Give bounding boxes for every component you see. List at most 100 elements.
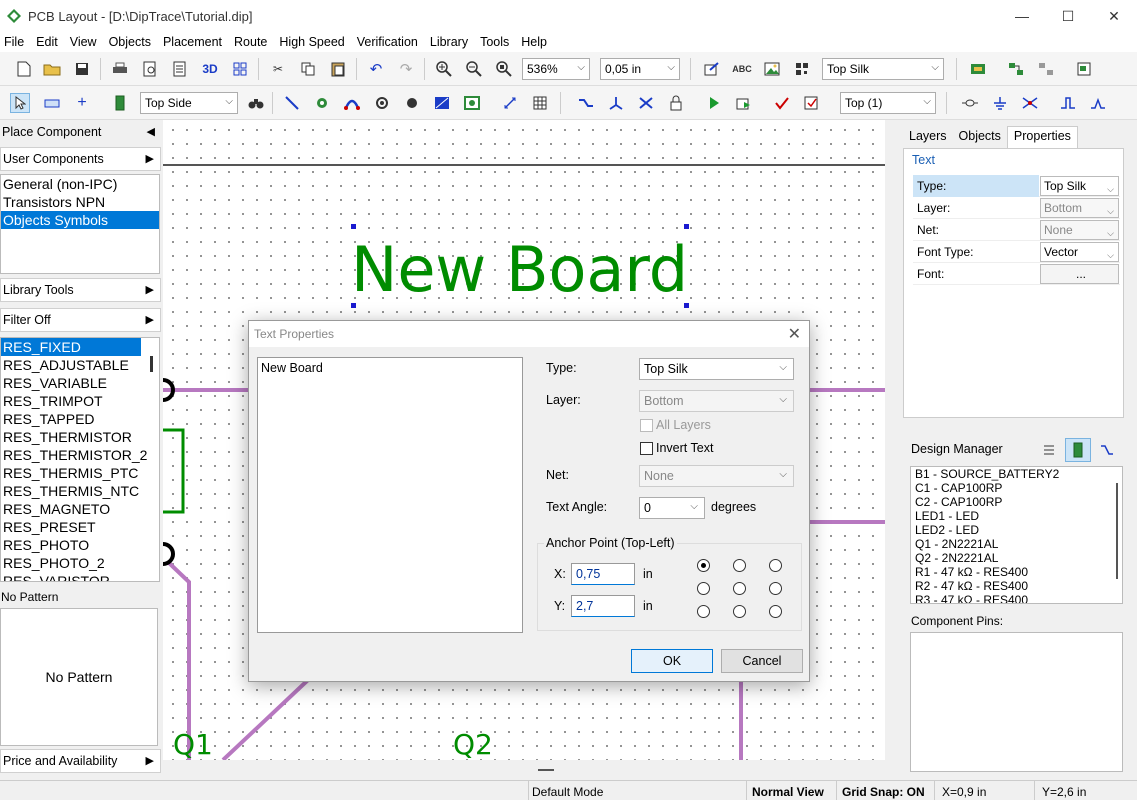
list-item[interactable]: RES_MAGNETO — [1, 500, 159, 518]
menu-view[interactable]: View — [70, 35, 97, 49]
board-points-icon[interactable] — [968, 59, 988, 79]
list-scrollbar[interactable] — [150, 356, 153, 372]
properties-icon[interactable] — [1074, 59, 1094, 79]
list-item[interactable]: RES_THERMISTOR_2 — [1, 446, 159, 464]
signal-rise-icon[interactable] — [1058, 93, 1078, 113]
all-layers-checkbox[interactable] — [640, 419, 653, 432]
zoom-fit-icon[interactable] — [494, 59, 514, 79]
copy-icon[interactable] — [298, 59, 318, 79]
anchor-x-input[interactable]: 0,75 — [571, 563, 635, 585]
close-window-button[interactable]: ✕ — [1091, 0, 1137, 32]
list-item[interactable]: Q2 - 2N2221AL — [911, 551, 1122, 565]
tab-layers[interactable]: Layers — [903, 126, 953, 148]
list-item[interactable]: RES_PHOTO_2 — [1, 554, 159, 572]
print-icon[interactable] — [110, 59, 130, 79]
new-file-icon[interactable] — [14, 59, 34, 79]
list-item-selected[interactable]: RES_FIXED — [1, 338, 141, 356]
menu-edit[interactable]: Edit — [36, 35, 58, 49]
nets-view-icon[interactable] — [1099, 442, 1115, 458]
menu-placement[interactable]: Placement — [163, 35, 222, 49]
list-item[interactable]: R3 - 47 kΩ - RES400 — [911, 593, 1122, 603]
list-item[interactable]: RES_VARISTOR — [1, 572, 159, 581]
list-item[interactable]: B1 - SOURCE_BATTERY2 — [911, 467, 1122, 481]
hole-tool-icon[interactable] — [402, 93, 422, 113]
status-grid-snap[interactable]: Grid Snap: ON — [842, 785, 925, 799]
route-branch-icon[interactable] — [606, 93, 626, 113]
maximize-button[interactable]: ☐ — [1045, 0, 1091, 32]
component-list[interactable]: RES_FIXED RES_ADJUSTABLE RES_VARIABLE RE… — [0, 337, 160, 582]
layer-count-combo[interactable]: Top (1) ⌵ — [840, 92, 936, 114]
anchor-bottom-center-radio[interactable] — [733, 605, 746, 618]
undo-icon[interactable]: ↶ — [366, 59, 386, 79]
anchor-top-center-radio[interactable] — [733, 559, 746, 572]
menu-tools[interactable]: Tools — [480, 35, 509, 49]
anchor-y-input[interactable]: 2,7 — [571, 595, 635, 617]
list-item[interactable]: Transistors NPN — [1, 193, 159, 211]
list-item[interactable]: RES_TRIMPOT — [1, 392, 159, 410]
unroute-icon[interactable] — [636, 93, 656, 113]
lock-trace-icon[interactable] — [666, 93, 686, 113]
list-item[interactable]: RES_ADJUSTABLE — [1, 356, 159, 374]
close-icon[interactable]: ✕ — [788, 324, 801, 344]
anchor-top-right-radio[interactable] — [769, 559, 782, 572]
anchor-center-radio[interactable] — [733, 582, 746, 595]
crosshair-icon[interactable]: + — [72, 93, 92, 113]
ground-symbol-icon[interactable] — [990, 93, 1010, 113]
list-item[interactable]: LED2 - LED — [911, 523, 1122, 537]
print-preview-icon[interactable] — [140, 59, 160, 79]
line-tool-icon[interactable] — [282, 93, 302, 113]
text-angle-select[interactable]: 0 ⌵ — [639, 497, 705, 519]
barcode-icon[interactable] — [792, 59, 812, 79]
invert-text-checkbox[interactable] — [640, 442, 653, 455]
list-item[interactable]: R1 - 47 kΩ - RES400 — [911, 565, 1122, 579]
ruler-icon[interactable] — [42, 93, 62, 113]
cut-icon[interactable]: ✂ — [268, 59, 288, 79]
grid-size-combo[interactable]: 0,05 in ⌵ — [600, 58, 680, 80]
zoom-combo[interactable]: 536% ⌵ — [522, 58, 590, 80]
list-item[interactable]: RES_THERMISTOR — [1, 428, 159, 446]
list-item-selected[interactable]: Objects Symbols — [1, 211, 159, 229]
selection-handle[interactable] — [351, 224, 356, 229]
minimize-button[interactable]: — — [999, 0, 1045, 32]
components-view-icon[interactable] — [1065, 438, 1091, 462]
menu-file[interactable]: File — [4, 35, 24, 49]
canvas-splitter[interactable] — [163, 760, 885, 780]
collapse-left-icon[interactable]: ◀ — [147, 125, 155, 138]
autoroute-settings-icon[interactable] — [734, 93, 754, 113]
list-item[interactable]: RES_THERMIS_NTC — [1, 482, 159, 500]
save-icon[interactable] — [72, 59, 92, 79]
board-text[interactable]: New Board — [351, 233, 688, 306]
library-list[interactable]: General (non-IPC) Transistors NPN Object… — [0, 174, 160, 274]
image-icon[interactable] — [762, 59, 782, 79]
text-tool-icon[interactable]: ABC — [732, 59, 752, 79]
menu-objects[interactable]: Objects — [109, 35, 151, 49]
board-side-combo[interactable]: Top Side ⌵ — [140, 92, 238, 114]
net-connect-icon[interactable] — [1020, 93, 1040, 113]
table-icon[interactable] — [530, 93, 550, 113]
text-content-area[interactable]: New Board — [257, 357, 523, 633]
fill-tool-icon[interactable] — [462, 93, 482, 113]
component-pins-list[interactable] — [910, 632, 1123, 772]
list-scrollbar[interactable] — [1116, 483, 1118, 579]
list-item[interactable]: RES_TAPPED — [1, 410, 159, 428]
3d-view-icon[interactable]: 3D — [200, 59, 220, 79]
silk-layer-combo[interactable]: Top Silk ⌵ — [822, 58, 944, 80]
via-tool-icon[interactable] — [372, 93, 392, 113]
menu-help[interactable]: Help — [521, 35, 547, 49]
menu-route[interactable]: Route — [234, 35, 267, 49]
user-components-button[interactable]: User Components ▶ — [0, 147, 161, 171]
zoom-in-icon[interactable] — [434, 59, 454, 79]
type-select[interactable]: Top Silk ⌵ — [639, 358, 794, 380]
layer-setup-icon[interactable] — [702, 59, 722, 79]
list-item[interactable]: Q1 - 2N2221AL — [911, 537, 1122, 551]
filter-button[interactable]: Filter Off ▶ — [0, 308, 161, 332]
dimension-icon[interactable] — [500, 93, 520, 113]
anchor-bottom-left-radio[interactable] — [697, 605, 710, 618]
drc-settings-icon[interactable] — [802, 93, 822, 113]
list-item[interactable]: RES_THERMIS_PTC — [1, 464, 159, 482]
disconnect-icon[interactable] — [1036, 59, 1056, 79]
signal-fall-icon[interactable] — [1088, 93, 1108, 113]
component-icon[interactable] — [110, 93, 130, 113]
document-icon[interactable] — [170, 59, 190, 79]
list-item[interactable]: RES_PHOTO — [1, 536, 159, 554]
